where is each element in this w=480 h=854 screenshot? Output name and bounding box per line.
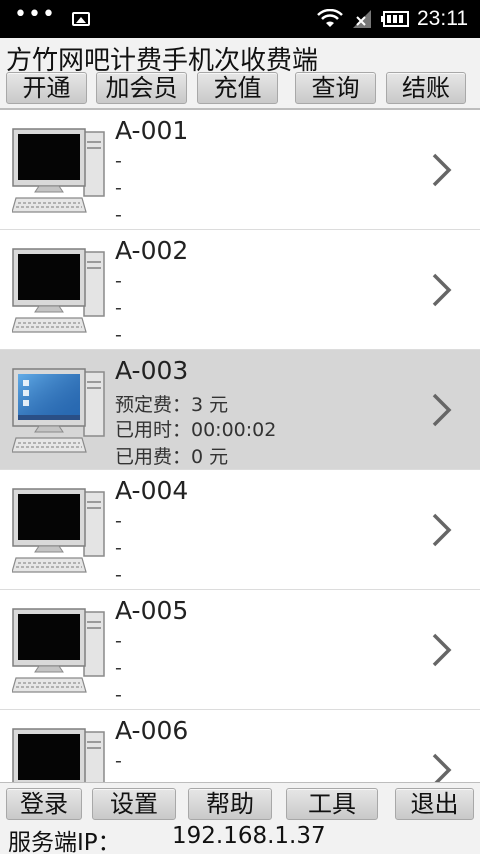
machine-line-3: - <box>115 204 122 226</box>
chevron-right-icon <box>432 633 452 667</box>
chevron-right-icon <box>432 393 452 427</box>
machine-line-1: - <box>115 510 122 532</box>
machine-line-1: - <box>115 750 122 772</box>
recharge-button[interactable]: 充值 <box>197 72 278 104</box>
machine-name: A-001 <box>115 116 189 145</box>
checkout-button[interactable]: 结账 <box>386 72 466 104</box>
computer-icon <box>12 488 105 573</box>
machine-line-3: - <box>115 564 122 586</box>
status-clock: 23:11 <box>417 7 468 30</box>
chevron-right-icon <box>432 153 452 187</box>
machine-name: A-005 <box>115 596 189 625</box>
machine-list[interactable]: A-001 - - - A-002 - - - A-003 预定费：3 元 已用… <box>0 110 480 782</box>
signal-icon <box>353 10 371 28</box>
machine-line-3: - <box>115 684 122 706</box>
login-button[interactable]: 登录 <box>6 788 82 820</box>
used-fee-text: 已用费：0 元 <box>115 446 229 468</box>
status-left: ••• <box>14 4 90 26</box>
chevron-right-icon <box>432 513 452 547</box>
machine-line-1: - <box>115 150 122 172</box>
machine-name: A-002 <box>115 236 189 265</box>
machine-line-1: - <box>115 630 122 652</box>
machine-row[interactable]: A-004 - - - <box>0 470 480 590</box>
image-icon <box>71 12 90 26</box>
computer-icon <box>12 608 105 693</box>
query-button[interactable]: 查询 <box>295 72 376 104</box>
add-member-button[interactable]: 加会员 <box>96 72 187 104</box>
chevron-right-icon <box>432 753 452 782</box>
help-button[interactable]: 帮助 <box>188 788 272 820</box>
settings-button[interactable]: 设置 <box>92 788 176 820</box>
machine-row[interactable]: A-002 - - - <box>0 230 480 350</box>
wifi-icon <box>317 9 343 27</box>
machine-name: A-006 <box>115 716 189 745</box>
machine-line-2: - <box>115 177 122 199</box>
machine-row[interactable]: A-005 - - - <box>0 590 480 710</box>
chevron-right-icon <box>432 273 452 307</box>
bottom-panel: 登录 设置 帮助 工具 退出 服务端IP： 192.168.1.37 <box>0 782 480 854</box>
machine-line-3: - <box>115 324 122 346</box>
battery-icon <box>381 11 409 27</box>
machine-name: A-004 <box>115 476 189 505</box>
computer-icon <box>12 728 105 782</box>
server-ip-value: 192.168.1.37 <box>172 823 326 849</box>
machine-row-selected[interactable]: A-003 预定费：3 元 已用时：00:00:02 已用费：0 元 <box>0 350 480 470</box>
machine-name: A-003 <box>115 356 189 385</box>
computer-active-icon <box>12 368 105 453</box>
machine-line-2: - <box>115 297 122 319</box>
tools-button[interactable]: 工具 <box>286 788 378 820</box>
machine-row[interactable]: A-006 - - - <box>0 710 480 782</box>
reserve-fee-text: 预定费：3 元 <box>115 394 229 416</box>
open-button[interactable]: 开通 <box>6 72 87 104</box>
machine-line-2: - <box>115 537 122 559</box>
used-time-text: 已用时：00:00:02 <box>115 419 277 441</box>
computer-icon <box>12 128 105 213</box>
exit-button[interactable]: 退出 <box>395 788 474 820</box>
computer-icon <box>12 248 105 333</box>
more-dots-icon: ••• <box>14 2 56 27</box>
status-right: 23:11 <box>317 7 468 31</box>
status-bar: ••• 23:11 <box>0 0 480 38</box>
top-panel: 方竹网吧计费手机次收费端 开通 加会员 充值 查询 结账 <box>0 38 480 110</box>
server-ip-label: 服务端IP： <box>8 830 121 854</box>
machine-row[interactable]: A-001 - - - <box>0 110 480 230</box>
machine-line-1: - <box>115 270 122 292</box>
machine-line-2: - <box>115 657 122 679</box>
